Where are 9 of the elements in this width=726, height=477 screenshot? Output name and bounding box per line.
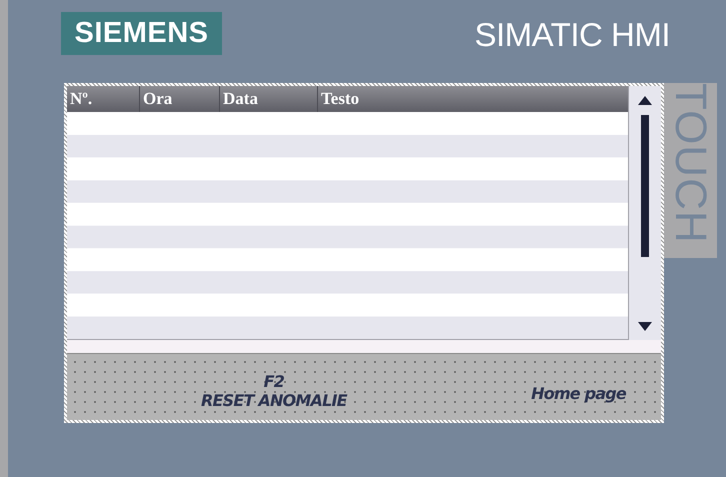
scroll-down-icon[interactable]: [638, 322, 652, 331]
home-page-label[interactable]: Home page: [531, 384, 626, 403]
scroll-up-icon[interactable]: [638, 96, 652, 105]
siemens-logo: SIEMENS: [61, 12, 222, 55]
function-key-label: F2: [264, 372, 284, 391]
function-description: RESET ANOMALIE: [201, 391, 347, 410]
product-title: SIMATIC HMI: [474, 16, 670, 54]
column-header[interactable]: Testo: [318, 86, 628, 112]
scroll-thumb[interactable]: [641, 115, 649, 257]
